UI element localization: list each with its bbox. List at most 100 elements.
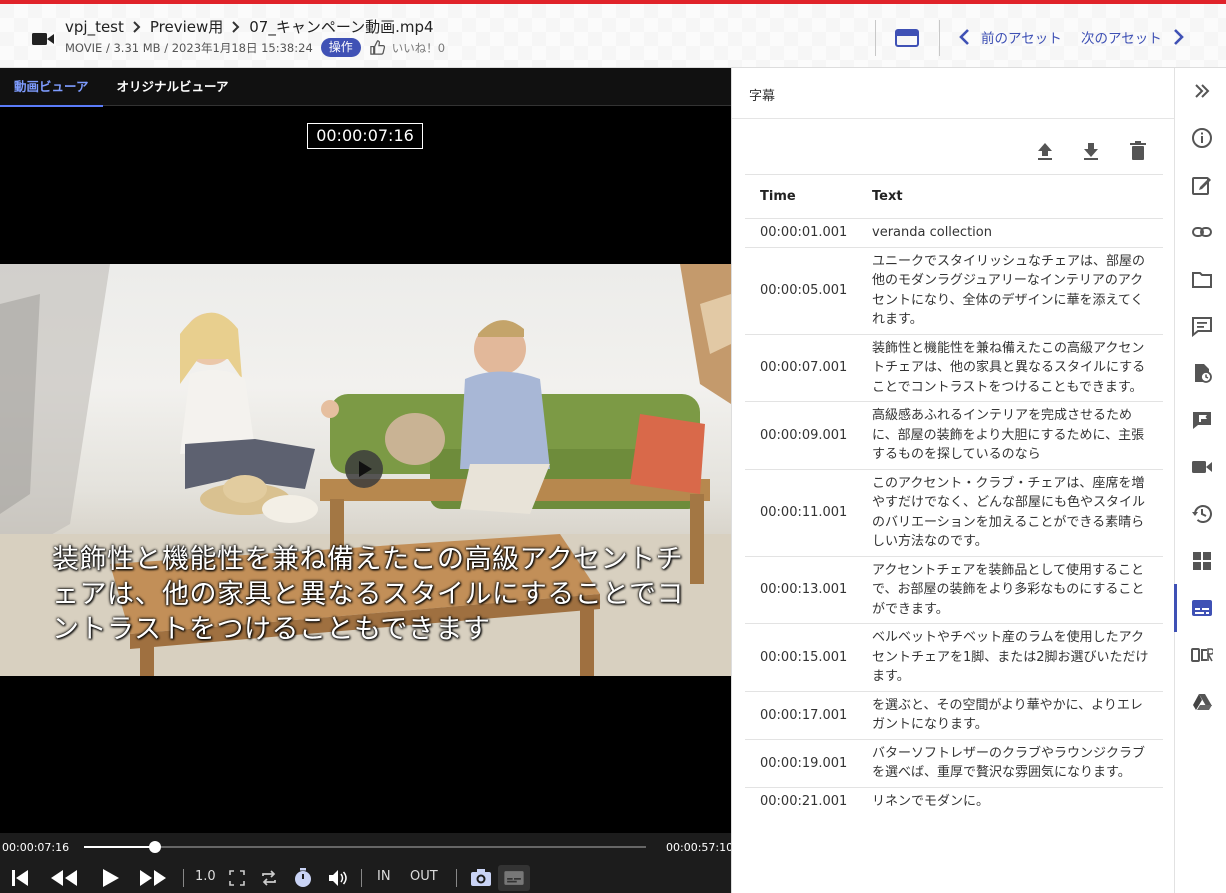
panel-title: 字幕 bbox=[749, 89, 776, 104]
subtitle-time: 00:00:01.001 bbox=[745, 218, 872, 247]
info-icon[interactable] bbox=[1191, 127, 1213, 149]
subtitle-time: 00:00:13.001 bbox=[745, 555, 872, 624]
out-point-button[interactable]: OUT bbox=[410, 869, 438, 884]
subtitle-text: を選ぶと、その空間がより華やかに、よりエレガントになります。 bbox=[872, 690, 1163, 739]
table-row[interactable]: 00:00:11.001 このアクセント・クラブ・チェアは、座席を増やすだけでなく… bbox=[745, 468, 1163, 556]
table-row[interactable]: 00:00:17.001 を選ぶと、その空間がより華やかに、よりエレガントになりま… bbox=[745, 690, 1163, 739]
loop-button[interactable] bbox=[259, 867, 279, 889]
camera-icon bbox=[471, 869, 491, 886]
subtitle-text: このアクセント・クラブ・チェアは、座席を増やすだけでなく、どんな部屋にも色やスタ… bbox=[872, 468, 1163, 556]
chevron-left-icon bbox=[959, 29, 969, 45]
table-row[interactable]: 00:00:07.001 装飾性と機能性を兼ね備えたこの高級アクセントチェアは、他… bbox=[745, 333, 1163, 402]
in-point-button[interactable]: IN bbox=[377, 869, 391, 884]
snapshot-button[interactable] bbox=[469, 867, 493, 889]
subtitle-time: 00:00:15.001 bbox=[745, 623, 872, 691]
subtitle-text: ベルベットやチベット産のラムを使用したアクセントチェアを1脚、または2脚お選びい… bbox=[872, 623, 1163, 691]
subtitles-icon bbox=[504, 871, 524, 885]
playback-speed[interactable]: 1.0 bbox=[195, 869, 216, 884]
collapse-icon[interactable] bbox=[1191, 80, 1213, 102]
prev-asset-label: 前のアセット bbox=[981, 31, 1062, 47]
delete-icon[interactable] bbox=[1127, 140, 1149, 162]
subtitle-time: 00:00:07.001 bbox=[745, 333, 872, 402]
fast-forward-button[interactable] bbox=[138, 867, 168, 889]
repeat-icon bbox=[262, 870, 276, 886]
seek-bar-handle[interactable] bbox=[149, 841, 161, 853]
tab-video-viewer[interactable]: 動画ビューア bbox=[0, 68, 103, 107]
review-icon[interactable] bbox=[1191, 409, 1213, 431]
center-play-button[interactable] bbox=[345, 450, 383, 488]
next-asset-button[interactable]: 次のアセット bbox=[1081, 26, 1188, 48]
history-icon[interactable] bbox=[1191, 503, 1213, 525]
chevron-right-icon bbox=[133, 20, 141, 33]
play-button[interactable] bbox=[98, 867, 122, 889]
subtitle-toggle-button[interactable] bbox=[498, 865, 530, 891]
chevron-right-icon bbox=[232, 20, 240, 33]
timecode-display: 00:00:07:16 bbox=[307, 123, 423, 149]
link-icon[interactable] bbox=[1191, 221, 1213, 243]
table-row[interactable]: 00:00:01.001 veranda collection bbox=[745, 218, 1163, 247]
prev-asset-button[interactable]: 前のアセット bbox=[955, 26, 1062, 48]
video-camera-icon bbox=[32, 33, 54, 45]
control-divider bbox=[456, 869, 457, 887]
table-row[interactable]: 00:00:21.001 リネンでモダンに。 bbox=[745, 786, 1163, 815]
table-row[interactable]: 00:00:09.001 高級感あふれるインテリアを完成させるために、部屋の装飾を… bbox=[745, 401, 1163, 469]
tab-original-viewer[interactable]: オリジナルビューア bbox=[103, 68, 243, 106]
asset-header: vpj_test Preview用 07_キャンペーン動画.mp4 MOVIE … bbox=[0, 0, 1226, 68]
fullscreen-button[interactable] bbox=[228, 867, 246, 889]
subtitle-line: ントラストをつけることもできます bbox=[52, 614, 491, 645]
ocr-icon[interactable] bbox=[1191, 644, 1215, 666]
rewind-button[interactable] bbox=[49, 867, 79, 889]
breadcrumb-item-folder[interactable]: Preview用 bbox=[150, 16, 223, 37]
timer-icon bbox=[295, 868, 311, 887]
fullscreen-icon bbox=[229, 870, 245, 886]
volume-button[interactable] bbox=[326, 867, 348, 889]
player-controls: 00:00:07:16 00:00:57:10 1.0 IN OUT bbox=[0, 833, 734, 893]
download-icon[interactable] bbox=[1080, 140, 1102, 162]
video-icon[interactable] bbox=[1191, 456, 1213, 478]
operation-button[interactable]: 操作 bbox=[320, 38, 361, 57]
play-icon bbox=[103, 869, 119, 887]
file-history-icon[interactable] bbox=[1191, 362, 1213, 384]
table-row[interactable]: 00:00:13.001 アクセントチェアを装飾品として使用することで、お部屋の装… bbox=[745, 555, 1163, 624]
skip-previous-icon bbox=[12, 870, 28, 886]
table-row[interactable]: 00:00:05.001 ユニークでスタイリッシュなチェアは、部屋の他のモダンラグ… bbox=[745, 246, 1163, 334]
subtitle-time: 00:00:05.001 bbox=[745, 246, 872, 334]
timer-button[interactable] bbox=[292, 867, 314, 889]
subtitles-icon[interactable] bbox=[1191, 597, 1213, 619]
breadcrumb: vpj_test Preview用 07_キャンペーン動画.mp4 bbox=[65, 16, 434, 37]
drive-icon[interactable] bbox=[1191, 691, 1213, 713]
table-row[interactable]: 00:00:15.001 ベルベットやチベット産のラムを使用したアクセントチェアを… bbox=[745, 623, 1163, 691]
fast-forward-icon bbox=[140, 870, 166, 886]
video-viewer: 動画ビューア オリジナルビューア 00:00:07:16 装飾性と機能性を兼ね備… bbox=[0, 68, 734, 893]
subtitle-time: 00:00:09.001 bbox=[745, 401, 872, 469]
folder-icon[interactable] bbox=[1191, 268, 1213, 290]
comment-icon[interactable] bbox=[1191, 315, 1213, 338]
next-asset-label: 次のアセット bbox=[1081, 31, 1162, 47]
upload-icon[interactable] bbox=[1034, 140, 1056, 162]
grid-icon[interactable] bbox=[1191, 550, 1213, 572]
rewind-icon bbox=[51, 870, 77, 886]
current-time: 00:00:07:16 bbox=[2, 841, 70, 854]
subtitle-overlay: 装飾性と機能性を兼ね備えたこの高級アクセントチ ェアは、他の家具と異なるスタイル… bbox=[52, 542, 702, 647]
seek-bar[interactable] bbox=[84, 841, 646, 853]
edit-icon[interactable] bbox=[1191, 174, 1213, 196]
subtitle-line: 装飾性と機能性を兼ね備えたこの高級アクセントチ bbox=[52, 544, 684, 575]
breadcrumb-item-project[interactable]: vpj_test bbox=[65, 18, 124, 36]
subtitle-text: リネンでモダンに。 bbox=[872, 786, 1163, 815]
subtitle-text: 装飾性と機能性を兼ね備えたこの高級アクセントチェアは、他の家具と異なるスタイルに… bbox=[872, 333, 1163, 402]
column-header-text: Text bbox=[872, 174, 1163, 219]
end-time: 00:00:57:10 bbox=[666, 841, 734, 854]
chevron-right-icon bbox=[1173, 29, 1184, 45]
subtitle-text: veranda collection bbox=[872, 218, 1163, 247]
breadcrumb-item-asset: 07_キャンペーン動画.mp4 bbox=[249, 18, 434, 36]
like-button[interactable]: いいね！0 bbox=[369, 39, 445, 56]
video-frame[interactable]: 装飾性と機能性を兼ね備えたこの高級アクセントチ ェアは、他の家具と異なるスタイル… bbox=[0, 264, 731, 676]
skip-to-start-button[interactable] bbox=[9, 867, 31, 889]
control-divider bbox=[361, 869, 362, 887]
subtitle-table: Time Text 00:00:01.001 veranda collection… bbox=[745, 174, 1163, 815]
play-icon bbox=[359, 461, 372, 477]
table-row[interactable]: 00:00:19.001 バターソフトレザーのクラブやラウンジクラブを選べば、重厚… bbox=[745, 738, 1163, 787]
layout-toggle-icon[interactable] bbox=[895, 28, 919, 48]
subtitle-text: 高級感あふれるインテリアを完成させるために、部屋の装飾をより大胆にするために、主… bbox=[872, 401, 1163, 469]
side-toolbar bbox=[1174, 68, 1226, 893]
